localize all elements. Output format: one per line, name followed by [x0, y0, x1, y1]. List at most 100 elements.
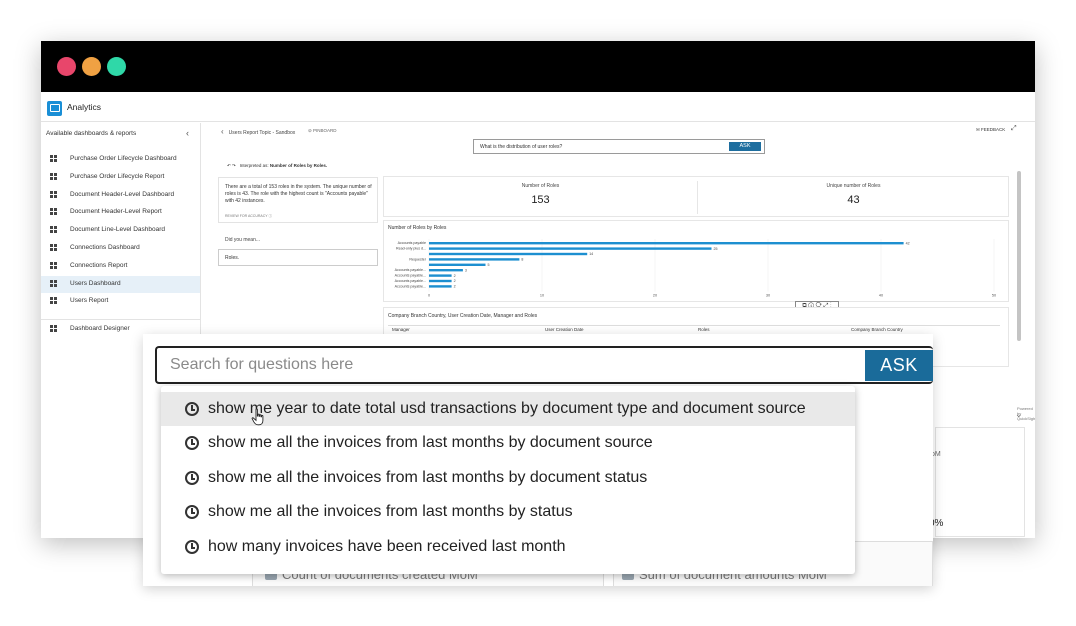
bar[interactable] [429, 247, 712, 250]
x-tick-label: 0 [428, 294, 430, 298]
dashboard-grid-icon [50, 226, 57, 234]
app-header: Analytics [41, 95, 1035, 122]
search-input[interactable] [155, 346, 933, 384]
bar[interactable] [429, 274, 452, 277]
undo-redo-icon[interactable]: ↶ ↷ [227, 163, 236, 168]
value-label: 2 [454, 274, 456, 278]
history-clock-icon [185, 470, 199, 485]
dashboard-grid-icon [50, 172, 57, 180]
table-header-divider [388, 325, 1000, 326]
dashboard-grid-icon [50, 261, 57, 269]
column-header-manager[interactable]: Manager [392, 327, 410, 332]
panel-scrollbar[interactable] [1017, 171, 1021, 341]
sidebar-item-label: Purchase Order Lifecycle Dashboard [70, 155, 177, 162]
history-clock-icon [185, 539, 199, 554]
sidebar-item-label: Document Header-Level Dashboard [70, 190, 175, 198]
search-panel: Count of documents created MoM Sum of do… [143, 334, 933, 586]
sidebar-item-document-header-level-report[interactable]: Document Header-Level Report [41, 204, 200, 221]
kpi-value: 43 [847, 194, 860, 206]
value-label: 3 [465, 268, 467, 272]
column-header-company-branch-country[interactable]: Company Branch Country [851, 327, 903, 332]
column-header-roles[interactable]: Roles [698, 327, 710, 332]
expand-icon[interactable]: ⤢ [1011, 125, 1017, 133]
back-chevron-icon[interactable]: ‹ [221, 127, 224, 136]
pinboard-label: PINBOARD [313, 128, 337, 133]
value-label: 2 [454, 285, 456, 289]
value-label: 5 [488, 263, 490, 267]
sidebar-item-users-report[interactable]: Users Report [41, 293, 200, 310]
did-you-mean-value: Roles. [225, 255, 240, 261]
did-you-mean-suggestion[interactable]: Roles. [218, 249, 378, 266]
maximize-window-dot[interactable] [107, 57, 126, 76]
sidebar-item-connections-report[interactable]: Connections Report [41, 258, 200, 275]
sidebar-item-users-dashboard[interactable]: Users Dashboard [41, 275, 200, 293]
kpi-label: Unique number of Roles [826, 183, 881, 189]
category-label: Accounts payable... [395, 274, 426, 278]
bar[interactable] [429, 258, 520, 261]
suggestion-text: how many invoices have been received las… [208, 537, 566, 555]
suggestion-item[interactable]: show me all the invoices from last month… [161, 426, 855, 460]
suggestion-text: show me all the invoices from last month… [208, 503, 573, 521]
x-tick-label: 30 [766, 294, 770, 298]
review-for-accuracy-link[interactable]: REVIEW FOR ACCURACY ⓘ [225, 214, 272, 219]
chevron-left-icon[interactable]: ‹ [186, 128, 189, 138]
category-label: Requester [409, 257, 426, 261]
bar[interactable] [429, 242, 904, 245]
dashboard-grid-icon [50, 325, 57, 332]
bar[interactable] [429, 263, 486, 266]
sidebar-item-label: Users Report [70, 297, 109, 305]
sidebar-item-label: Document Header-Level Report [70, 208, 162, 216]
sidebar-item-document-line-level-dashboard[interactable]: Document Line-Level Dashboard [41, 222, 200, 239]
sidebar-item-connections-dashboard[interactable]: Connections Dashboard [41, 240, 200, 257]
roles-bar-chart-card: Number of Roles by Roles Accounts payabl… [383, 220, 1009, 302]
question-box[interactable]: What is the distribution of user roles? … [473, 139, 765, 154]
bar[interactable] [429, 279, 452, 283]
suggestion-item[interactable]: show me all the invoices from last month… [161, 461, 855, 495]
suggestion-item[interactable]: show me all the invoices from last month… [161, 495, 855, 529]
bar[interactable] [429, 252, 588, 256]
bar[interactable] [429, 285, 452, 288]
pinboard-link[interactable]: ⊘ PINBOARD [308, 128, 337, 134]
dashboard-grid-icon [50, 190, 57, 198]
x-tick-label: 40 [879, 294, 883, 298]
sidebar-item-label: Purchase Order Lifecycle Report [70, 172, 165, 180]
value-label: 25 [714, 247, 718, 251]
suggestion-text: show me year to date total usd transacti… [208, 400, 806, 417]
kpi-card: Number of Roles 153 Unique number of Rol… [383, 176, 1009, 217]
interpreted-prefix: Interpreted as: [239, 163, 269, 168]
x-tick-label: 50 [992, 294, 996, 298]
feedback-label: FEEDBACK [981, 127, 1006, 132]
kpi-number-of-roles: Number of Roles 153 [384, 177, 697, 218]
suggestion-item[interactable]: show me year to date total usd transacti… [161, 392, 855, 426]
screenshot-stage: Analytics Available dashboards & reports… [0, 0, 1076, 626]
suggestion-item[interactable]: how many invoices have been received las… [161, 530, 855, 564]
breadcrumb-topic[interactable]: Users Report Topic - Sandbox [229, 130, 296, 136]
sidebar-item-purchase-order-lifecycle-report[interactable]: Purchase Order Lifecycle Report [41, 169, 200, 186]
x-tick-label: 20 [653, 294, 657, 298]
close-window-dot[interactable] [57, 57, 76, 76]
dashboard-grid-icon [50, 279, 57, 287]
dashboard-grid-icon [50, 297, 57, 305]
feedback-link[interactable]: ✉ FEEDBACK [976, 127, 1005, 133]
minimize-window-dot[interactable] [82, 57, 101, 76]
sidebar-item-label: Connections Report [70, 261, 128, 269]
review-label: REVIEW FOR ACCURACY [225, 214, 268, 218]
sidebar-item-document-header-level-dashboard[interactable]: Document Header-Level Dashboard [41, 187, 200, 204]
background-kpi-card [935, 427, 1025, 537]
sidebar-item-purchase-order-lifecycle-dashboard[interactable]: Purchase Order Lifecycle Dashboard [41, 151, 200, 168]
chevron-down-icon[interactable]: ⌄ [1015, 409, 1023, 420]
history-clock-icon [185, 505, 199, 520]
dashboard-grid-icon [50, 208, 57, 216]
question-ask-button[interactable]: ASK [729, 142, 761, 151]
bar[interactable] [429, 269, 463, 272]
suggestion-text: show me all the invoices from last month… [208, 434, 653, 452]
roles-bar-chart: Accounts payable 42Read-only plus d... 251… [395, 239, 996, 298]
sidebar-item-label: Document Line-Level Dashboard [70, 226, 166, 234]
window-titlebar [41, 41, 1035, 92]
ask-button[interactable]: ASK [865, 350, 933, 381]
interpretation-line: ↶ ↷ Interpreted as: Number of Roles by R… [227, 163, 327, 169]
question-text: What is the distribution of user roles? [480, 144, 563, 150]
sidebar-item-label: Dashboard Designer [70, 325, 130, 332]
column-header-user-creation-date[interactable]: User Creation Date [545, 327, 584, 332]
suggestions-dropdown: show me year to date total usd transacti… [161, 386, 855, 574]
